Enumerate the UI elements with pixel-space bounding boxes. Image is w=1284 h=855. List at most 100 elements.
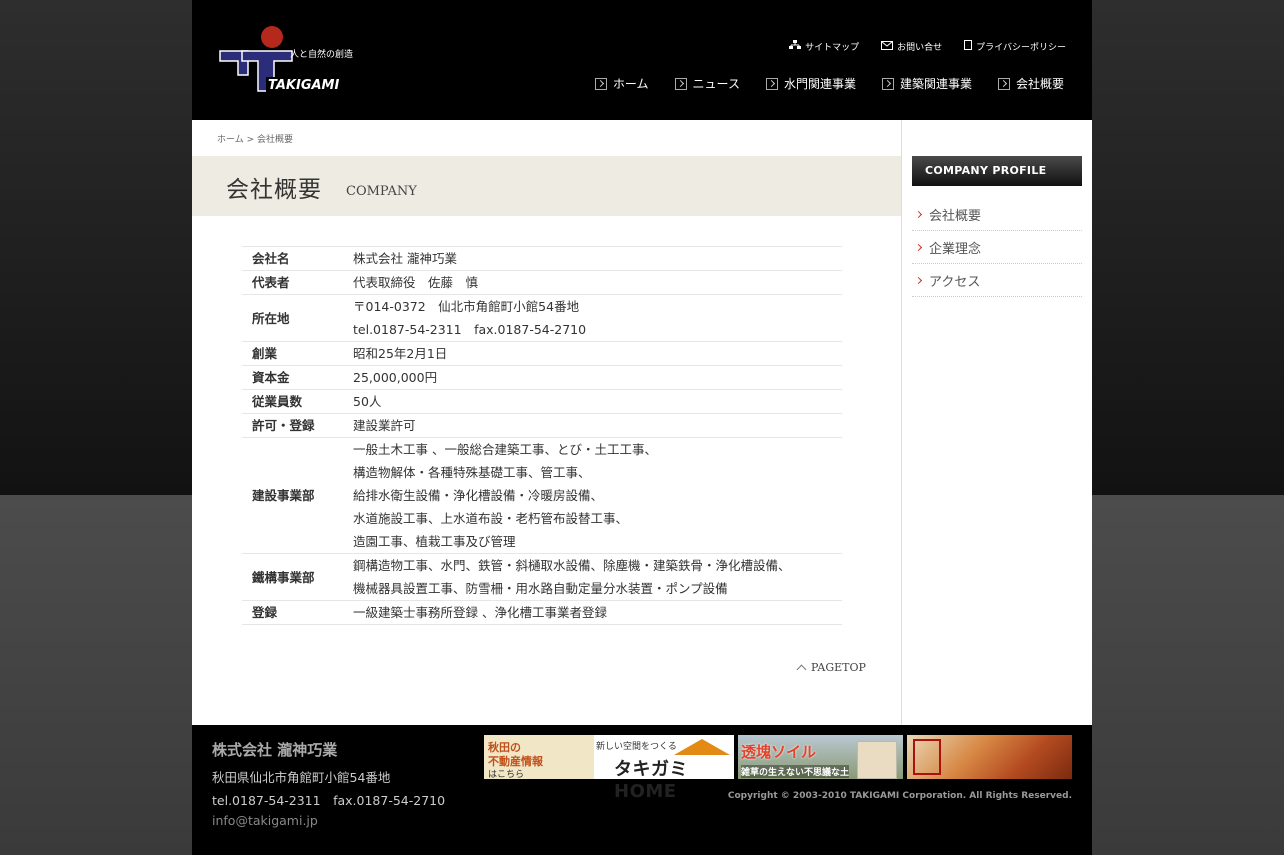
sitemap-icon — [789, 40, 802, 53]
sidebar-item-label: 会社概要 — [929, 208, 982, 224]
banner1-tagline: 新しい空間をつくる — [596, 742, 677, 752]
contact-label: お問い合せ — [897, 43, 943, 53]
page-title: 会社概要 — [226, 177, 322, 203]
mail-icon — [881, 40, 894, 53]
banner1-name: タキガミHOME — [614, 759, 688, 802]
soil-banner[interactable]: 透塊ソイル 雑草の生えない不思議な土 — [738, 735, 903, 779]
sidebar-item-label: 企業理念 — [929, 241, 982, 257]
sitemap-link[interactable]: サイトマップ — [789, 40, 859, 53]
sidebar-item-company[interactable]: 会社概要 — [912, 198, 1082, 231]
page-subtitle: COMPANY — [346, 184, 417, 199]
row-value-line: tel.0187-54-2311 fax.0187-54-2710 — [353, 322, 587, 337]
row-value-line: 〒014-0372 仙北市角館町小館54番地 — [353, 299, 580, 314]
banner2-sub: 雑草の生えない不思議な土 — [741, 765, 850, 778]
row-value: 〒014-0372 仙北市角館町小館54番地 tel.0187-54-2311 f… — [353, 294, 842, 342]
arrow-box-icon — [997, 77, 1010, 90]
breadcrumb: ホーム > 会社概要 — [217, 132, 293, 145]
nav-home-label: ホーム — [612, 77, 649, 91]
caret-up-icon — [796, 664, 807, 675]
row-value: 50人 — [353, 389, 842, 414]
nav-construction[interactable]: 建築関連事業 — [881, 75, 972, 92]
chevron-right-icon — [914, 210, 923, 218]
row-value-line: 給排水衛生設備・浄化槽設備・冷暖房設備、 — [353, 488, 604, 503]
row-label: 登録 — [242, 600, 353, 625]
nav-company[interactable]: 会社概要 — [997, 75, 1064, 92]
sidebar-list: 会社概要 企業理念 アクセス — [912, 198, 1082, 297]
sitemap-label: サイトマップ — [805, 43, 860, 53]
table-row: 所在地 〒014-0372 仙北市角館町小館54番地 tel.0187-54-231… — [242, 294, 842, 342]
row-value-line: 構造物解体・各種特殊基礎工事、管工事、 — [353, 465, 591, 480]
footer-email-link[interactable]: info@takigami.jp — [212, 813, 318, 828]
arrow-box-icon — [594, 77, 607, 90]
banner1-line3: はこちら — [488, 770, 525, 780]
nav-floodgate[interactable]: 水門関連事業 — [765, 75, 856, 92]
arrow-box-icon — [765, 77, 778, 90]
row-label: 従業員数 — [242, 389, 353, 414]
table-row: 創業 昭和25年2月1日 — [242, 341, 842, 366]
row-value: 代表取締役 佐藤 慎 — [353, 270, 842, 295]
sidebar-item-access[interactable]: アクセス — [912, 264, 1082, 297]
company-info-table: 会社名 株式会社 瀧神巧業 代表者 代表取締役 佐藤 慎所在地 〒014-0372 仙北… — [242, 246, 842, 625]
contact-link[interactable]: お問い合せ — [881, 40, 942, 53]
row-value: 一般土木工事 、一般総合建築工事、とび・土工工事、 構造物解体・各種特殊基礎工事、… — [353, 437, 842, 554]
row-label: 建設事業部 — [242, 437, 353, 554]
pagetop-link[interactable]: PAGETOP — [796, 661, 866, 675]
arrow-box-icon — [674, 77, 687, 90]
row-value: 株式会社 瀧神巧業 — [353, 246, 842, 271]
row-label: 所在地 — [242, 294, 353, 342]
pagetop-label: PAGETOP — [811, 661, 866, 674]
page-wrapper: TAKIGAMI 人と自然の創造 サイトマップ お問い合せ プライバシーポリシー… — [192, 0, 1092, 855]
site-logo[interactable]: TAKIGAMI — [218, 25, 358, 95]
table-row: 許可・登録 建設業許可 — [242, 413, 842, 438]
main-content: ホーム > 会社概要 会社概要 COMPANY 会社名 株式会社 瀧神巧業 代表者代… — [192, 120, 901, 725]
row-label: 鐵構事業部 — [242, 553, 353, 601]
table-row: 代表者 代表取締役 佐藤 慎 — [242, 270, 842, 295]
nav-news-label: ニュース — [692, 77, 740, 91]
main-nav: ホーム ニュース 水門関連事業 建築関連事業 会社概要 — [594, 75, 1064, 92]
takigami-logo-icon: TAKIGAMI — [219, 26, 352, 93]
row-value: 建設業許可 — [353, 413, 842, 438]
copyright: Copyright © 2003-2010 TAKIGAMI Corporati… — [727, 791, 1072, 801]
row-value: 一級建築士事務所登録 、浄化槽工事業者登録 — [353, 600, 842, 625]
row-value-line: 株式会社 瀧神巧業 — [353, 251, 457, 266]
nav-home[interactable]: ホーム — [594, 75, 649, 92]
row-value-line: 建設業許可 — [353, 418, 416, 433]
footer-address: 秋田県仙北市角館町小館54番地 — [212, 770, 391, 785]
arrow-box-icon — [881, 77, 894, 90]
nav-construction-label: 建築関連事業 — [899, 77, 972, 91]
row-value-line: 鋼構造物工事、水門、鉄管・斜樋取水設備、除塵機・建築鉄骨・浄化槽設備、 — [353, 558, 791, 573]
row-label: 創業 — [242, 341, 353, 366]
nav-floodgate-label: 水門関連事業 — [783, 77, 856, 91]
breadcrumb-home[interactable]: ホーム — [217, 135, 244, 145]
chevron-right-icon — [914, 243, 923, 251]
banner2-title: 透塊ソイル — [741, 743, 817, 761]
row-value-line: 機械器具設置工事、防雪柵・用水路自動定量分水装置・ポンプ設備 — [353, 581, 728, 596]
row-label: 資本金 — [242, 365, 353, 390]
stamp-image — [913, 739, 941, 775]
table-row: 資本金 25,000,000円 — [242, 365, 842, 390]
site-footer: 株式会社 瀧神巧業 秋田県仙北市角館町小館54番地 tel.0187-54-23… — [192, 725, 1092, 855]
table-row: 従業員数 50人 — [242, 389, 842, 414]
row-value-line: 昭和25年2月1日 — [353, 346, 448, 361]
nav-company-label: 会社概要 — [1015, 77, 1064, 91]
soil-bag-image — [857, 741, 897, 779]
site-header: TAKIGAMI 人と自然の創造 サイトマップ お問い合せ プライバシーポリシー… — [192, 0, 1092, 120]
row-value-line: 50人 — [353, 394, 382, 409]
logo-tagline: 人と自然の創造 — [290, 50, 354, 60]
table-row: 登録 一級建築士事務所登録 、浄化槽工事業者登録 — [242, 600, 842, 625]
hotel-banner[interactable] — [907, 735, 1072, 779]
nav-news[interactable]: ニュース — [674, 75, 740, 92]
footer-phone: tel.0187-54-2311 fax.0187-54-2710 — [212, 793, 446, 808]
table-row: 建設事業部 一般土木工事 、一般総合建築工事、とび・土工工事、 構造物解体・各種特殊… — [242, 437, 842, 554]
row-value-line: 一級建築士事務所登録 、浄化槽工事業者登録 — [353, 605, 607, 620]
table-row: 鐵構事業部 鋼構造物工事、水門、鉄管・斜樋取水設備、除塵機・建築鉄骨・浄化槽設備、… — [242, 553, 842, 601]
row-value-line: 水道施設工事、上水道布設・老朽管布設替工事、 — [353, 511, 629, 526]
privacy-link[interactable]: プライバシーポリシー — [964, 40, 1066, 53]
real-estate-banner[interactable]: 秋田の 不動産情報 はこちら 新しい空間をつくる タキガミHOME — [484, 735, 734, 802]
row-value: 昭和25年2月1日 — [353, 341, 842, 366]
sidebar-item-label: アクセス — [929, 274, 981, 290]
row-value-line: 造園工事、植栽工事及び管理 — [353, 534, 516, 549]
svg-text:TAKIGAMI: TAKIGAMI — [268, 78, 339, 93]
footer-company-name: 株式会社 瀧神巧業 — [212, 741, 338, 759]
sidebar-item-philosophy[interactable]: 企業理念 — [912, 231, 1082, 264]
